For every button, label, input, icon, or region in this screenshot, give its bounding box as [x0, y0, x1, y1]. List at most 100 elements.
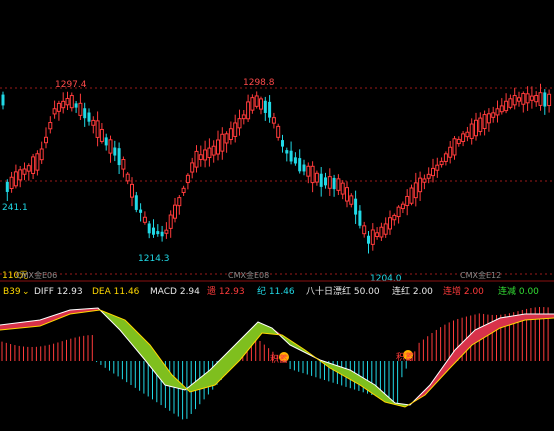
candle-body: [435, 164, 440, 171]
candle-body: [65, 98, 70, 106]
candle-body: [9, 176, 14, 190]
candle-body: [298, 158, 302, 172]
candle-body: [495, 108, 500, 116]
candle-body: [375, 232, 380, 238]
candle-body: [439, 160, 444, 166]
candle-body: [211, 145, 216, 156]
candle-body: [203, 149, 208, 161]
candle-body: [354, 198, 358, 215]
candle-body: [409, 187, 414, 204]
candle-body: [538, 92, 543, 106]
candle-body: [224, 133, 229, 144]
candle-body: [18, 169, 23, 181]
candle-body: [233, 122, 238, 137]
candle-body: [426, 173, 431, 179]
candle-body: [156, 231, 160, 235]
candle-body: [302, 164, 306, 172]
candle-body: [469, 123, 474, 139]
green-label: 纪 11.46: [257, 285, 295, 297]
candle-body: [358, 210, 362, 226]
candle-body: [482, 114, 487, 130]
macd-panel[interactable]: 积蓄 积蓄: [0, 307, 554, 420]
high-label-2: 1298.8: [243, 78, 275, 88]
marker-label-1: 积蓄: [270, 353, 288, 365]
period-label-2: CMX金E08: [228, 270, 269, 280]
candle-body: [491, 112, 496, 118]
candle-body: [250, 97, 255, 111]
candle-body: [418, 177, 423, 193]
candle-body: [142, 216, 147, 223]
low-label-left: 241.1: [2, 203, 28, 213]
period-label-3: CMX金E12: [460, 270, 501, 280]
candle-body: [400, 203, 405, 210]
candle-body: [198, 154, 203, 160]
high-label-1: 1297.4: [55, 80, 87, 90]
candle-body: [177, 197, 182, 207]
candle-body: [78, 102, 83, 116]
candle-body: [134, 195, 138, 210]
candle-body: [99, 128, 104, 142]
candle-body: [345, 187, 349, 202]
candle-body: [13, 171, 18, 187]
candle-body: [44, 136, 48, 144]
candle-body: [367, 235, 370, 244]
candle-body: [125, 173, 130, 182]
lianjian-label: 连减 0.00: [498, 285, 539, 297]
candle-body: [160, 231, 164, 237]
candle-body: [207, 147, 212, 159]
candle-body: [152, 227, 155, 235]
candle-body: [431, 167, 435, 177]
candle-body: [26, 165, 31, 172]
candle-body: [241, 114, 246, 120]
low-label-1: 1214.3: [138, 254, 170, 264]
candle-body: [147, 223, 151, 234]
dea-label: DEA 11.46: [92, 287, 140, 297]
candlesticks: [1, 83, 552, 254]
candle-body: [461, 133, 466, 142]
candle-body: [448, 146, 453, 158]
candle-body: [108, 139, 113, 154]
candle-body: [413, 182, 418, 199]
candle-body: [281, 140, 284, 147]
price-panel[interactable]: 1297.4 1298.8 241.1 1214.3 1204.0 110元 C…: [0, 78, 554, 284]
candle-body: [370, 229, 375, 245]
candle-body: [456, 138, 461, 145]
candle-body: [332, 177, 336, 190]
candle-body: [383, 223, 388, 235]
candle-body: [139, 209, 143, 213]
candle-body: [465, 131, 470, 138]
candle-body: [48, 122, 53, 130]
red-label: 遗 12.93: [207, 285, 245, 297]
candle-body: [35, 153, 40, 171]
candle-body: [319, 173, 323, 187]
candle-body: [349, 195, 354, 205]
candle-body: [168, 214, 173, 229]
candle-body: [181, 187, 186, 193]
candle-body: [336, 178, 341, 191]
candle-body: [5, 181, 9, 192]
candle-body: [310, 165, 315, 184]
candle-body: [259, 98, 263, 110]
candle-body: [113, 147, 117, 156]
lianzeng-label: 连增 2.00: [443, 285, 484, 297]
candle-body: [220, 133, 225, 152]
candle-body: [379, 226, 384, 238]
candle-body: [228, 128, 233, 140]
candle-body: [22, 168, 27, 175]
chevron-down-icon[interactable]: ⌄: [22, 287, 30, 297]
candle-body: [31, 156, 36, 174]
candle-body: [121, 159, 126, 170]
candle-body: [508, 98, 513, 108]
candle-body: [422, 178, 427, 183]
candle-body: [173, 204, 177, 219]
diff-label: DIFF 12.93: [34, 287, 83, 297]
candle-body: [512, 95, 517, 106]
candle-body: [216, 139, 220, 155]
macd-label: MACD 2.94: [150, 287, 200, 297]
candle-body: [314, 172, 319, 183]
candle-body: [87, 112, 91, 122]
candle-body: [74, 103, 78, 108]
candle-body: [362, 225, 367, 235]
indicator-name[interactable]: B39: [3, 287, 21, 297]
candle-body: [396, 206, 401, 218]
